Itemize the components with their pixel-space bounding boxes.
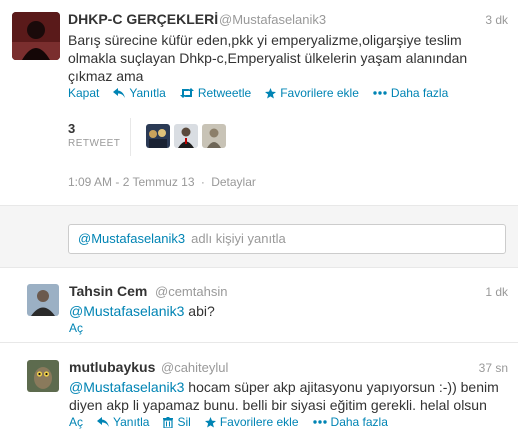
reply-label: Yanıtla [113, 415, 150, 429]
tweet-text: @Mustafaselanik3 abi? [69, 302, 215, 320]
trash-icon [163, 416, 174, 428]
open-label: Aç [69, 321, 84, 335]
author-name[interactable]: mutlubaykus [69, 359, 155, 375]
retweeter-avatar[interactable] [146, 124, 170, 148]
tweet-text-body: abi? [188, 303, 215, 319]
reply-tweet: mutlubaykus @cahiteylul 37 sn @Mustafase… [0, 343, 518, 435]
favorite-button[interactable]: Favorilere ekle [204, 415, 299, 429]
retweet-count-label: RETWEET [68, 138, 121, 149]
favorite-label: Favorilere ekle [280, 86, 359, 100]
reply-input[interactable]: @Mustafaselanik3 adlı kişiyi yanıtla [68, 224, 506, 254]
favorite-label: Favorilere ekle [219, 415, 299, 429]
tweet-meta: 1:09 AM - 2 Temmuz 13 · Detaylar [68, 175, 256, 189]
tweet-actions: Aç [69, 321, 83, 335]
delete-button[interactable]: Sil [163, 415, 191, 429]
author-handle[interactable]: @Mustafaselanik3 [219, 12, 326, 27]
divider [130, 118, 131, 156]
main-tweet: DHKP-C GERÇEKLERİ @Mustafaselanik3 3 dk … [0, 0, 518, 206]
retweeter-avatar[interactable] [174, 124, 198, 148]
tweet-time[interactable]: 37 sn [479, 361, 508, 375]
tweet-actions: Kapat Yanıtla Retweetle Favorilere ekle … [68, 86, 448, 100]
reply-box: @Mustafaselanik3 adlı kişiyi yanıtla [0, 206, 518, 268]
favorite-button[interactable]: Favorilere ekle [265, 86, 359, 100]
more-icon [312, 420, 327, 424]
tweet-timestamp[interactable]: 1:09 AM - 2 Temmuz 13 [68, 175, 195, 189]
star-icon [204, 416, 216, 428]
avatar[interactable] [12, 12, 60, 60]
reply-label: Yanıtla [129, 86, 166, 100]
more-label: Daha fazla [390, 86, 449, 100]
mention-link[interactable]: @Mustafaselanik3 [69, 303, 184, 319]
close-label: Kapat [68, 86, 100, 100]
author-handle[interactable]: @cemtahsin [155, 284, 227, 299]
tweet-time[interactable]: 3 dk [485, 13, 508, 27]
reply-button[interactable]: Yanıtla [113, 86, 166, 100]
close-button[interactable]: Kapat [68, 86, 99, 100]
retweet-count[interactable]: 3 [68, 121, 75, 136]
delete-label: Sil [177, 415, 191, 429]
tweet-text-line: Barış sürecine küfür eden,pkk yi emperya… [68, 32, 462, 48]
avatar[interactable] [27, 360, 59, 392]
open-label: Aç [69, 415, 84, 429]
retweet-label: Retweetle [197, 86, 252, 100]
reply-icon [113, 88, 126, 98]
tweet-text: @Mustafaselanik3 hocam süper akp ajitasy… [69, 378, 509, 414]
retweet-button[interactable]: Retweetle [179, 86, 252, 100]
tweet-text-line: hocam süper akp ajitasyonu yapıyorsun :-… [188, 379, 499, 395]
author-name[interactable]: DHKP-C GERÇEKLERİ [68, 11, 218, 27]
reply-placeholder: adlı kişiyi yanıtla [191, 231, 286, 246]
reply-icon [97, 417, 110, 427]
avatar[interactable] [27, 284, 59, 316]
tweet-time[interactable]: 1 dk [485, 285, 508, 299]
star-icon [265, 87, 277, 99]
tweet-text-line: olmakla suçlayan Dhkp-c,Emperyalist ülke… [68, 50, 468, 66]
open-button[interactable]: Aç [69, 415, 83, 429]
open-button[interactable]: Aç [69, 321, 83, 335]
more-button[interactable]: Daha fazla [312, 415, 388, 429]
mention-link[interactable]: @Mustafaselanik3 [69, 379, 184, 395]
more-label: Daha fazla [330, 415, 388, 429]
reply-button[interactable]: Yanıtla [97, 415, 149, 429]
author-handle[interactable]: @cahiteylul [161, 360, 228, 375]
tweet-actions: Aç Yanıtla Sil Favorilere ekle Daha fazl… [69, 415, 388, 429]
tweet-text-line: çıkmaz ama [68, 68, 144, 84]
more-icon [373, 91, 387, 95]
more-button[interactable]: Daha fazla [373, 86, 448, 100]
retweet-icon [179, 88, 194, 98]
author-name[interactable]: Tahsin Cem [69, 283, 147, 299]
details-link[interactable]: Detaylar [211, 175, 256, 189]
reply-tweet: Tahsin Cem @cemtahsin 1 dk @Mustafaselan… [0, 268, 518, 343]
retweeter-avatar[interactable] [202, 124, 226, 148]
tweet-text-line: diyen akp li yapamaz bunu. belli bir siy… [69, 397, 487, 413]
tweet-text: Barış sürecine küfür eden,pkk yi emperya… [68, 31, 467, 85]
reply-mention: @Mustafaselanik3 [78, 231, 186, 246]
